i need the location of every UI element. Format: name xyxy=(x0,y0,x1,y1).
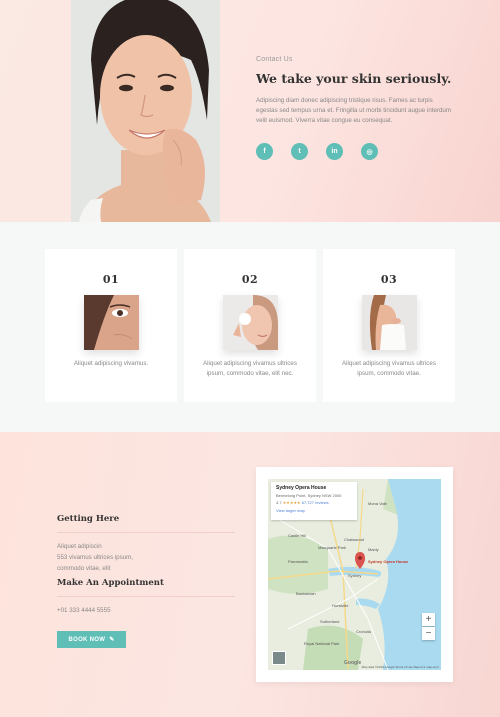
google-map[interactable]: Sydney Opera House Bennelong Point, Sydn… xyxy=(268,479,441,670)
place-address: Bennelong Point, Sydney NSW 2000 xyxy=(276,493,342,498)
place-card: Sydney Opera House Bennelong Point, Sydn… xyxy=(271,482,357,520)
twitter-icon[interactable]: t xyxy=(291,143,308,160)
map-label: Mona Vale xyxy=(368,501,387,506)
map-label: Parramatta xyxy=(288,559,308,564)
divider xyxy=(57,596,235,597)
map-label: Manly xyxy=(368,547,379,552)
feature-card: 01 Aliquet adipiscing vivamus. xyxy=(45,249,177,402)
phone-number: +01 333 4444 5555 xyxy=(57,607,111,614)
linkedin-icon[interactable]: in xyxy=(326,143,343,160)
zoom-out-button[interactable]: − xyxy=(422,627,435,640)
feature-image xyxy=(83,295,139,350)
hero-text: Contact Us We take your skin seriously. … xyxy=(256,56,456,160)
feature-caption: Aliquet adipiscing vivamus. xyxy=(73,360,149,367)
social-links: f t in ◎ xyxy=(256,143,456,160)
pin-label: Sydney Opera House xyxy=(368,559,409,564)
facebook-icon[interactable]: f xyxy=(256,143,273,160)
map-label: Chatswood xyxy=(344,537,365,542)
feature-number: 01 xyxy=(102,273,120,286)
map-label: Macquarie Park xyxy=(318,545,347,550)
hero-eyebrow: Contact Us xyxy=(256,56,293,63)
portrait-image xyxy=(71,0,220,222)
map-label: Bankstown xyxy=(296,591,316,596)
map-label: Sydney xyxy=(348,573,362,578)
appointment-block: Make An Appointment +01 333 4444 5555 xyxy=(57,578,235,616)
feature-card: 02 Aliquet adipiscing vivamus ultrices i… xyxy=(184,249,316,402)
divider xyxy=(57,532,235,533)
feature-caption: Aliquet adipiscing vivamus ultrices ipsu… xyxy=(203,360,297,377)
address-line: Aliquet adipiscin xyxy=(57,543,102,550)
place-rating: 4.7 ★★★★★ 67,727 reviews xyxy=(276,500,352,505)
address-line: commodo vitae, elit xyxy=(57,565,111,572)
map-frame: Sydney Opera House Bennelong Point, Sydn… xyxy=(256,467,453,682)
view-larger-map-link[interactable]: View larger map xyxy=(276,508,352,513)
address-line: 553 vivamus ultrices ipsum, xyxy=(57,554,133,561)
hero-body: Adipiscing diam donec adipiscing tristiq… xyxy=(256,97,452,124)
zoom-in-button[interactable]: + xyxy=(422,613,435,626)
feature-image xyxy=(222,295,278,350)
map-label: Cronulla xyxy=(356,629,371,634)
appointment-title: Make An Appointment xyxy=(57,578,164,588)
edit-icon: ✎ xyxy=(109,637,115,643)
feature-card: 03 Aliquet adipiscing vivamus ultrices i… xyxy=(323,249,455,402)
book-now-button[interactable]: BOOK NOW ✎ xyxy=(57,631,126,648)
hero-title: We take your skin seriously. xyxy=(256,71,452,86)
getting-here-title: Getting Here xyxy=(57,514,120,524)
getting-here-block: Getting Here Aliquet adipiscin 553 vivam… xyxy=(57,514,235,574)
reviews-link[interactable]: 67,727 reviews xyxy=(302,500,329,505)
instagram-icon[interactable]: ◎ xyxy=(361,143,378,160)
place-name: Sydney Opera House xyxy=(276,485,327,491)
map-label: Royal National Park xyxy=(304,641,340,646)
contact-section: Getting Here Aliquet adipiscin 553 vivam… xyxy=(0,432,500,717)
hero-section: Contact Us We take your skin seriously. … xyxy=(0,0,500,222)
map-label: Hurstville xyxy=(332,603,349,608)
map-attribution[interactable]: Map data ©2019 Google Terms of Use Repor… xyxy=(362,665,439,669)
feature-caption: Aliquet adipiscing vivamus ultrices ipsu… xyxy=(342,360,436,377)
star-icon: ★★★★★ xyxy=(282,500,301,505)
feature-number: 03 xyxy=(380,273,398,286)
map-label: Castle Hill xyxy=(288,533,307,538)
book-now-label: BOOK NOW xyxy=(68,636,106,643)
feature-number: 02 xyxy=(241,273,259,286)
feature-image xyxy=(361,295,417,350)
map-label: Sutherland xyxy=(320,619,340,624)
features-section: 01 Aliquet adipiscing vivamus. 02 Alique… xyxy=(0,222,500,432)
rating-value: 4.7 xyxy=(276,500,282,505)
google-logo: Google xyxy=(344,660,362,666)
satellite-toggle[interactable] xyxy=(272,651,286,665)
